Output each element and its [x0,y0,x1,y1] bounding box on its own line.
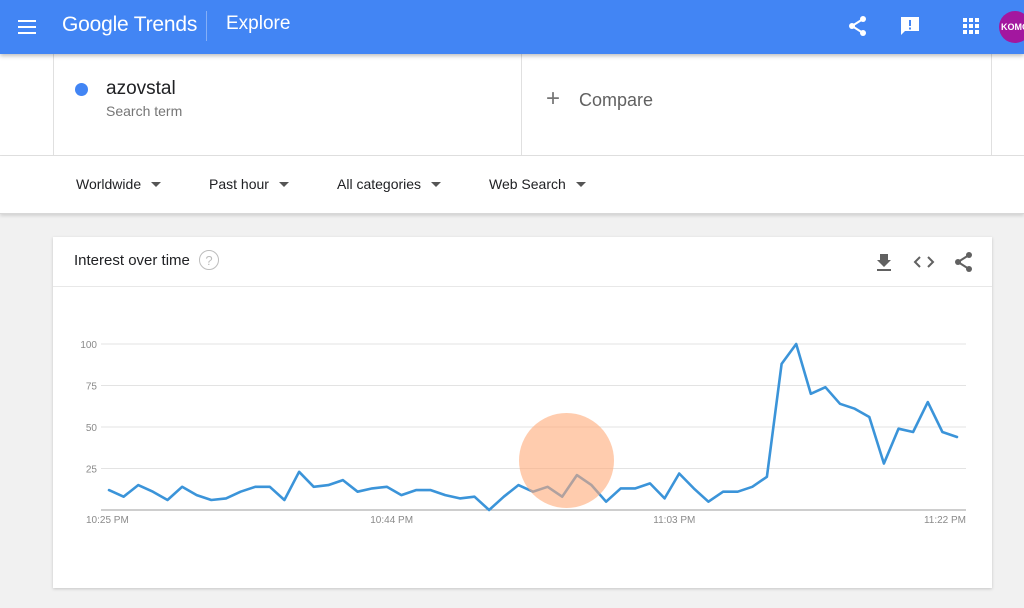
app-bar: Google Trends Explore KOMO [0,0,1024,54]
google-trends-logo[interactable]: Google Trends [62,13,197,37]
search-type-dropdown[interactable]: Web Search [489,176,586,192]
embed-code-icon[interactable] [912,250,936,274]
x-tick-label: 11:03 PM [653,515,695,526]
region-dropdown[interactable]: Worldwide [76,176,162,192]
share-chart-icon[interactable] [952,250,976,274]
avatar[interactable]: KOMO [999,11,1024,43]
series-color-dot [75,83,88,96]
y-tick-label: 50 [86,423,98,434]
time-range-label: Past hour [209,176,269,192]
card-header: Interest over time ? [53,237,992,287]
compare-button[interactable]: + Compare [522,54,992,156]
download-icon[interactable] [872,250,896,274]
avatar-text: KOMO [1001,22,1024,32]
search-term-card[interactable]: azovstal Search term [53,54,522,156]
category-dropdown[interactable]: All categories [337,176,442,192]
share-icon[interactable] [845,13,871,39]
interest-over-time-chart[interactable]: 100 75 50 25 10:25 PM 10:44 PM 11:03 PM 11:22 P… [53,300,983,540]
compare-label: Compare [579,90,654,110]
page-title: Explore [226,13,291,34]
time-range-dropdown[interactable]: Past hour [209,176,289,192]
search-term-type: Search term [106,103,183,119]
card-title: Interest over time [74,252,190,269]
chevron-down-icon [431,181,442,187]
chevron-down-icon [575,181,586,187]
region-label: Worldwide [76,176,142,192]
filters-bar: Worldwide Past hour All categories Web S… [0,156,1024,214]
category-label: All categories [337,176,422,192]
y-tick-label: 75 [86,382,98,393]
search-term-name[interactable]: azovstal [106,78,176,100]
search-terms-bar: azovstal Search term + Compare [0,54,1024,156]
x-tick-label: 10:44 PM [370,515,413,526]
menu-icon[interactable] [15,15,39,39]
feedback-icon[interactable] [897,13,923,39]
x-tick-label: 11:22 PM [924,515,966,526]
search-type-label: Web Search [489,176,566,192]
x-tick-label: 10:25 PM [86,515,129,526]
header-divider [206,11,207,41]
chevron-down-icon [151,181,162,187]
chevron-down-icon [278,181,289,187]
y-tick-label: 25 [86,465,98,476]
plus-icon: + [546,85,561,112]
y-tick-label: 100 [80,340,97,351]
apps-grid-icon[interactable] [958,13,984,39]
help-icon[interactable]: ? [199,250,219,270]
